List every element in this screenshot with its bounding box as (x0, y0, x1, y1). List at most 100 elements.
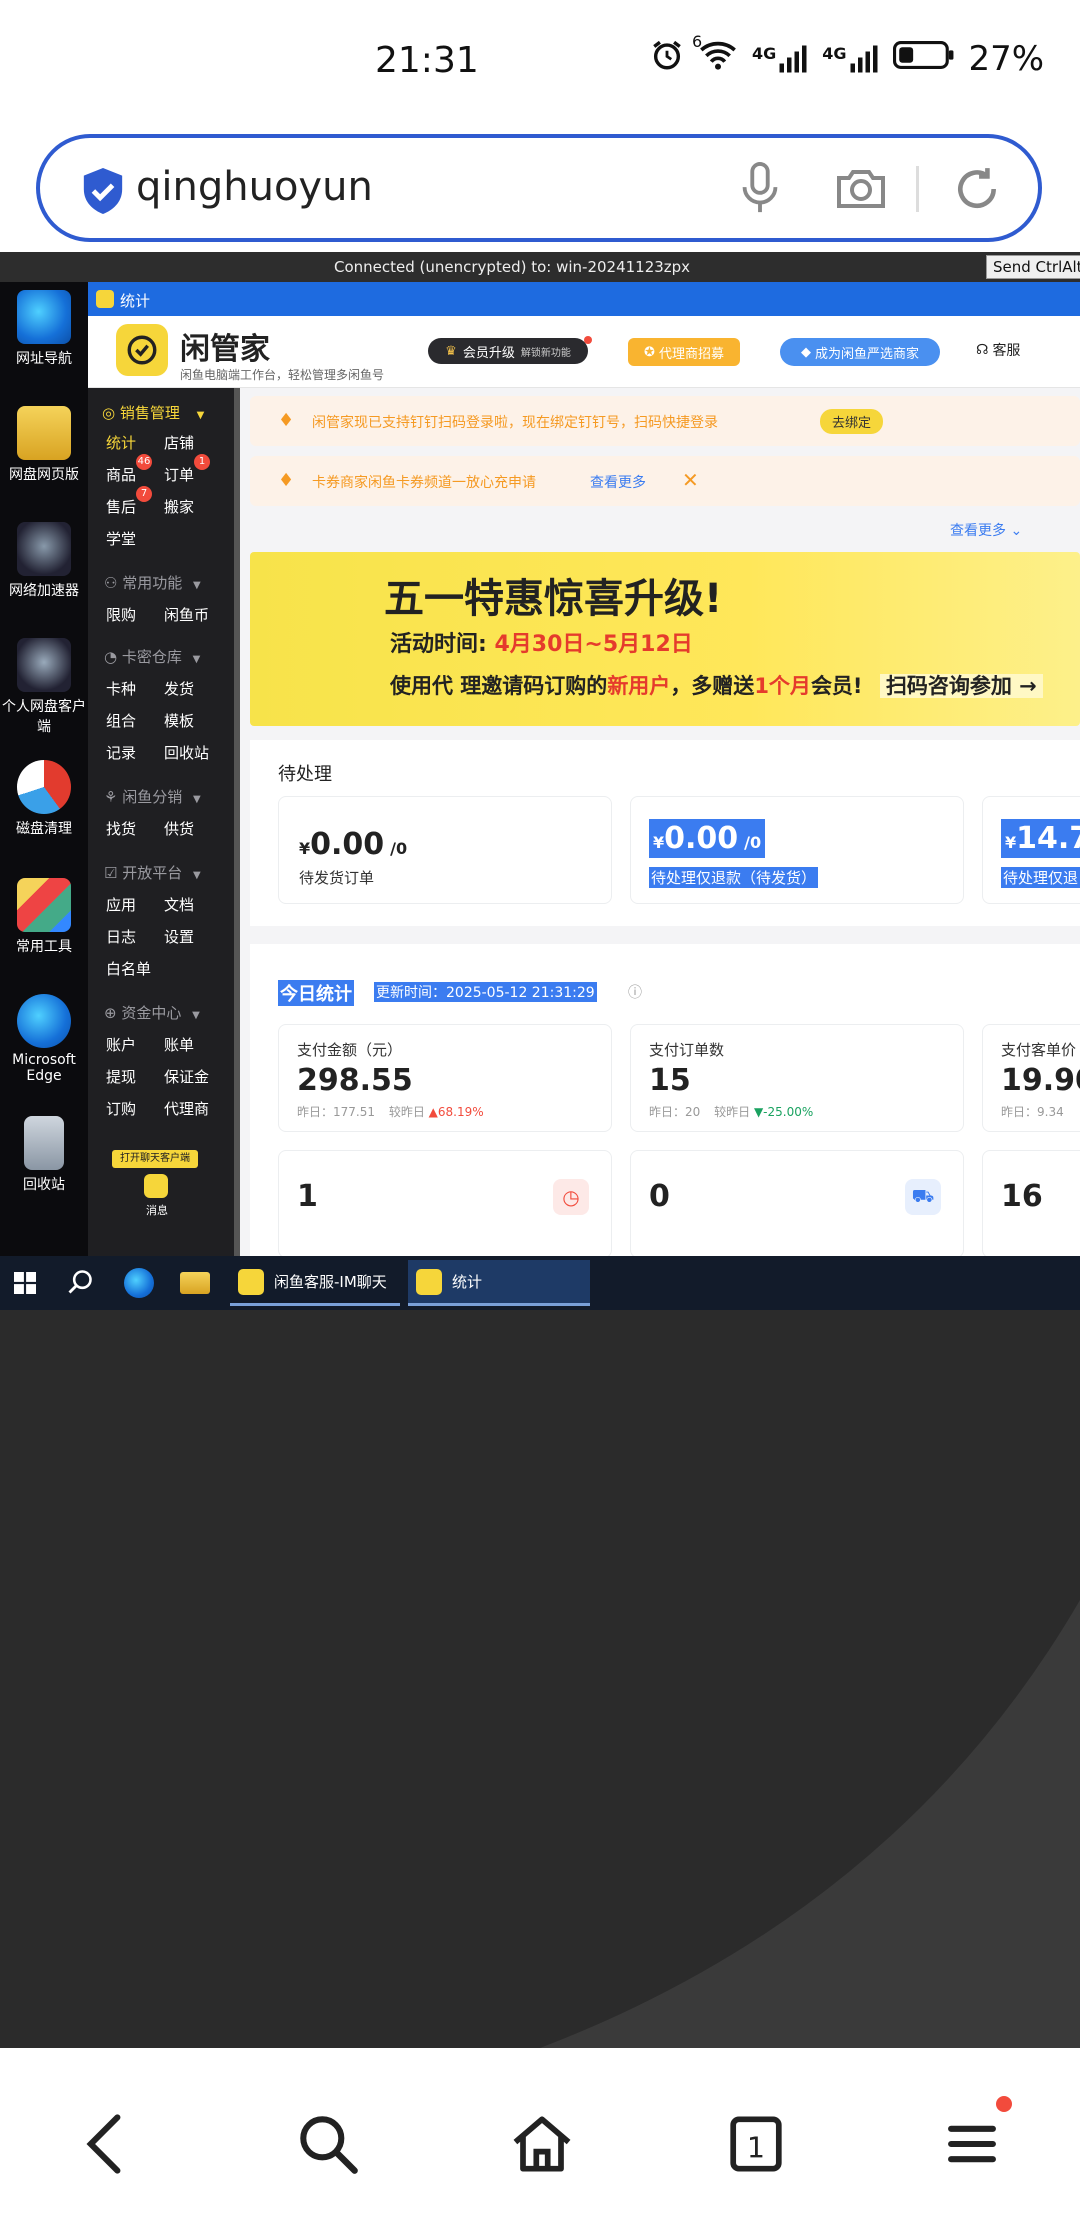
reload-icon[interactable] (952, 164, 1002, 218)
agent-recruit-button[interactable]: ✪ 代理商招募 (628, 338, 740, 366)
stat-card-unit-price[interactable]: 支付客单价 19.90 昨日：9.34 (982, 1024, 1080, 1132)
sidebar-item-combo[interactable]: 组合 (106, 710, 136, 731)
bind-dingtalk-button[interactable]: 去绑定 (820, 409, 884, 434)
info-icon[interactable]: ⓘ (628, 982, 642, 1002)
sidebar-group-funds[interactable]: ⊕ 资金中心 ▼ (104, 1002, 200, 1023)
microphone-icon[interactable] (740, 162, 780, 220)
sidebar-item-academy[interactable]: 学堂 (106, 528, 136, 549)
desktop-icon-tools[interactable]: 常用工具 (0, 878, 88, 956)
sidebar-item-whitelist[interactable]: 白名单 (106, 958, 151, 979)
pending-card-refund-2[interactable]: ¥14.7 待处理仅退 (982, 796, 1080, 904)
desktop-icon-netdisk-web[interactable]: 网盘网页版 (0, 406, 88, 484)
sidebar-group-common[interactable]: ⚇ 常用功能 ▼ (104, 572, 201, 593)
sidebar-group-sales[interactable]: ◎ 销售管理 ▼ (102, 402, 204, 423)
address-bar[interactable]: qinghuoyun (36, 134, 1042, 242)
sidebar-group-distribution[interactable]: ⚘ 闲鱼分销 ▼ (104, 786, 201, 807)
edge-icon[interactable] (124, 1268, 154, 1298)
sidebar-item-goods[interactable]: 商品 (106, 464, 136, 485)
tools-icon (17, 878, 71, 932)
wallpaper-curve (540, 1600, 1080, 2048)
sidebar-item-withdraw[interactable]: 提现 (106, 1066, 136, 1087)
banner-cta[interactable]: 扫码咨询参加 → (879, 674, 1043, 698)
pending-card-refund[interactable]: ¥0.00/0 待处理仅退款（待发货） (630, 796, 964, 904)
desktop-icon-recycle[interactable]: 回收站 (0, 1116, 88, 1194)
sidebar-item-supply[interactable]: 供货 (164, 818, 194, 839)
sidebar-item-deposit[interactable]: 保证金 (164, 1066, 209, 1087)
strict-merchant-button[interactable]: ◆ 成为闲鱼严选商家 (780, 338, 940, 366)
sidebar-item-records[interactable]: 记录 (106, 742, 136, 763)
close-icon[interactable]: ✕ (682, 468, 699, 492)
see-more-link[interactable]: 查看更多 (590, 472, 646, 492)
sidebar-item-account[interactable]: 账户 (106, 1034, 136, 1055)
status-icons: 6 4G 4G 27% (650, 32, 1044, 80)
desktop-icons: 网址导航 网盘网页版 网络加速器 个人网盘客户端 磁盘清理 常用工具 Micro… (0, 282, 88, 1256)
status-time: 21:31 (375, 40, 479, 81)
desktop-icon-nav[interactable]: 网址导航 (0, 290, 88, 368)
notice-icon: ♦ (278, 470, 295, 491)
desktop-icon-accelerator[interactable]: 网络加速器 (0, 522, 88, 600)
desktop-icon-edge[interactable]: Microsoft Edge (0, 994, 88, 1084)
browser-bottom-nav: 1 (0, 2048, 1080, 2228)
sidebar-item-apps[interactable]: 应用 (106, 894, 136, 915)
sidebar-item-logs[interactable]: 日志 (106, 926, 136, 947)
sidebar-item-settings[interactable]: 设置 (164, 926, 194, 947)
back-icon[interactable] (68, 2106, 144, 2182)
sidebar-item-limit[interactable]: 限购 (106, 604, 136, 625)
signal-1: 4G (752, 44, 808, 74)
pending-card-to-ship[interactable]: ¥0.00/0 待发货订单 (278, 796, 612, 904)
taskbar-task-stats[interactable]: 统计 (408, 1260, 590, 1306)
sidebar-item-aftersale[interactable]: 售后 (106, 496, 136, 517)
desktop-icon-disk-cleanup[interactable]: 磁盘清理 (0, 760, 88, 838)
stat-card-row2-3[interactable]: 16 (982, 1150, 1080, 1256)
sidebar-item-orders[interactable]: 订单 (164, 464, 194, 485)
tabs-icon[interactable]: 1 (718, 2106, 794, 2182)
customer-service-button[interactable]: ☊ 客服 (976, 340, 1020, 360)
stat-card-orders[interactable]: 支付订单数 15 昨日：20 较昨日 ▼-25.00% (630, 1024, 964, 1132)
taskbar-task-im[interactable]: 闲鱼客服-IM聊天 (230, 1260, 400, 1306)
ccleaner-icon (17, 760, 71, 814)
windows-start-icon[interactable] (14, 1272, 36, 1298)
stat-card-row2-1[interactable]: 1 ◷ (278, 1150, 612, 1256)
stat-card-row2-2[interactable]: 0 ⛟ (630, 1150, 964, 1256)
app-logo-icon (96, 290, 114, 308)
message-icon[interactable] (144, 1174, 168, 1198)
sidebar-item-card-type[interactable]: 卡种 (106, 678, 136, 699)
send-ctrlaltdel-button[interactable]: Send CtrlAlt (986, 255, 1080, 279)
sidebar-group-open[interactable]: ☑ 开放平台 ▼ (104, 862, 201, 883)
sidebar-item-docs[interactable]: 文档 (164, 894, 194, 915)
sidebar-item-store[interactable]: 店铺 (164, 432, 194, 453)
sidebar-item-coins[interactable]: 闲鱼币 (164, 604, 209, 625)
chevron-down-icon: ▼ (196, 410, 205, 421)
banner-see-more-link[interactable]: 查看更多 ⌄ (950, 520, 1022, 540)
sidebar-item-template[interactable]: 模板 (164, 710, 194, 731)
sidebar-group-cards[interactable]: ◔ 卡密仓库 ▼ (104, 646, 200, 667)
folder-icon (17, 406, 71, 460)
sidebar-item-delivery[interactable]: 发货 (164, 678, 194, 699)
brand-tagline: 闲鱼电脑端工作台，轻松管理多闲鱼号 (180, 368, 385, 382)
message-label: 消息 (146, 1204, 168, 1217)
sidebar-item-find-goods[interactable]: 找货 (106, 818, 136, 839)
stat-card-amount[interactable]: 支付金额（元） 298.55 昨日：177.51 较昨日 ▲68.19% (278, 1024, 612, 1132)
desktop-wallpaper (0, 1310, 1080, 2048)
window-titlebar[interactable]: 统计 (88, 282, 1080, 316)
sidebar-item-agent[interactable]: 代理商 (164, 1098, 209, 1119)
diamond-icon: ◆ (800, 344, 811, 360)
search-icon[interactable] (66, 1268, 94, 1300)
camera-icon[interactable] (835, 164, 887, 216)
sidebar-item-stats[interactable]: 统计 (106, 432, 136, 453)
agent-icon: ✪ (644, 344, 655, 360)
address-divider (916, 166, 919, 212)
sidebar-item-recycle[interactable]: 回收站 (164, 742, 209, 763)
desktop-icon-netdisk-client[interactable]: 个人网盘客户端 (0, 638, 88, 736)
menu-icon[interactable] (934, 2096, 1012, 2182)
url-text[interactable]: qinghuoyun (136, 164, 373, 210)
sidebar-item-move[interactable]: 搬家 (164, 496, 194, 517)
home-icon[interactable] (504, 2106, 580, 2182)
search-icon[interactable] (290, 2106, 366, 2182)
vip-upgrade-button[interactable]: ♛ 会员升级 解锁新功能 (428, 338, 588, 364)
open-chat-client-button[interactable]: 打开聊天客户端 (112, 1150, 198, 1168)
promo-banner[interactable]: 五一特惠惊喜升级! 活动时间: 4月30日~5月12日 使用代 理邀请码订购的新… (250, 552, 1080, 726)
sidebar-item-subscribe[interactable]: 订购 (106, 1098, 136, 1119)
file-explorer-icon[interactable] (180, 1272, 210, 1294)
sidebar-item-bills[interactable]: 账单 (164, 1034, 194, 1055)
